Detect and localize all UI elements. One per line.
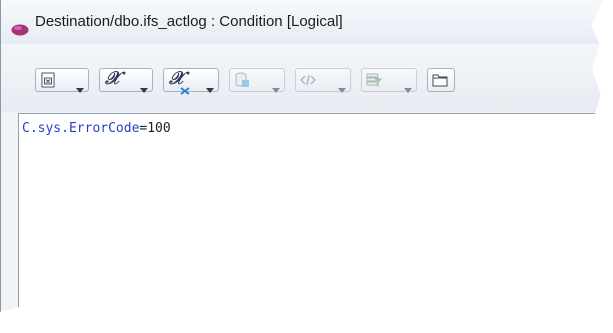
function-x-icon: 𝒳	[105, 68, 121, 89]
insert-function-button[interactable]: 𝒳	[99, 68, 153, 93]
window-title: Destination/dbo.ifs_actlog : Condition […	[35, 13, 343, 30]
expression-editor[interactable]: C.sys.ErrorCode=100	[18, 113, 603, 312]
chevron-down-icon[interactable]	[272, 78, 280, 93]
database-icon	[234, 72, 250, 88]
chevron-down-icon[interactable]	[140, 78, 148, 93]
remove-function-button[interactable]: 𝒳	[163, 68, 219, 95]
expression-line[interactable]: C.sys.ErrorCode=100	[22, 121, 171, 136]
chevron-down-icon[interactable]	[338, 78, 346, 93]
filter-icon	[366, 72, 382, 88]
chevron-down-icon[interactable]	[404, 78, 412, 93]
chevron-down-icon[interactable]	[76, 78, 84, 93]
insert-filter-button[interactable]	[361, 68, 417, 93]
expression-identifier: C.sys.ErrorCode	[22, 121, 140, 136]
insert-tag-button[interactable]	[295, 68, 351, 93]
remove-mark-icon	[180, 80, 190, 95]
insert-document-button[interactable]	[35, 68, 89, 93]
logical-condition-icon	[11, 21, 29, 36]
condition-dialog: Destination/dbo.ifs_actlog : Condition […	[0, 0, 603, 312]
title-bar: Destination/dbo.ifs_actlog : Condition […	[1, 0, 603, 45]
open-folder-button[interactable]	[427, 68, 455, 92]
code-tag-icon	[300, 72, 316, 88]
folder-icon	[432, 72, 448, 88]
expression-value: 100	[147, 121, 171, 136]
insert-field-button[interactable]	[229, 68, 285, 93]
toolbar: 𝒳 𝒳	[1, 44, 603, 112]
document-icon	[40, 72, 56, 88]
chevron-down-icon[interactable]	[206, 78, 214, 93]
